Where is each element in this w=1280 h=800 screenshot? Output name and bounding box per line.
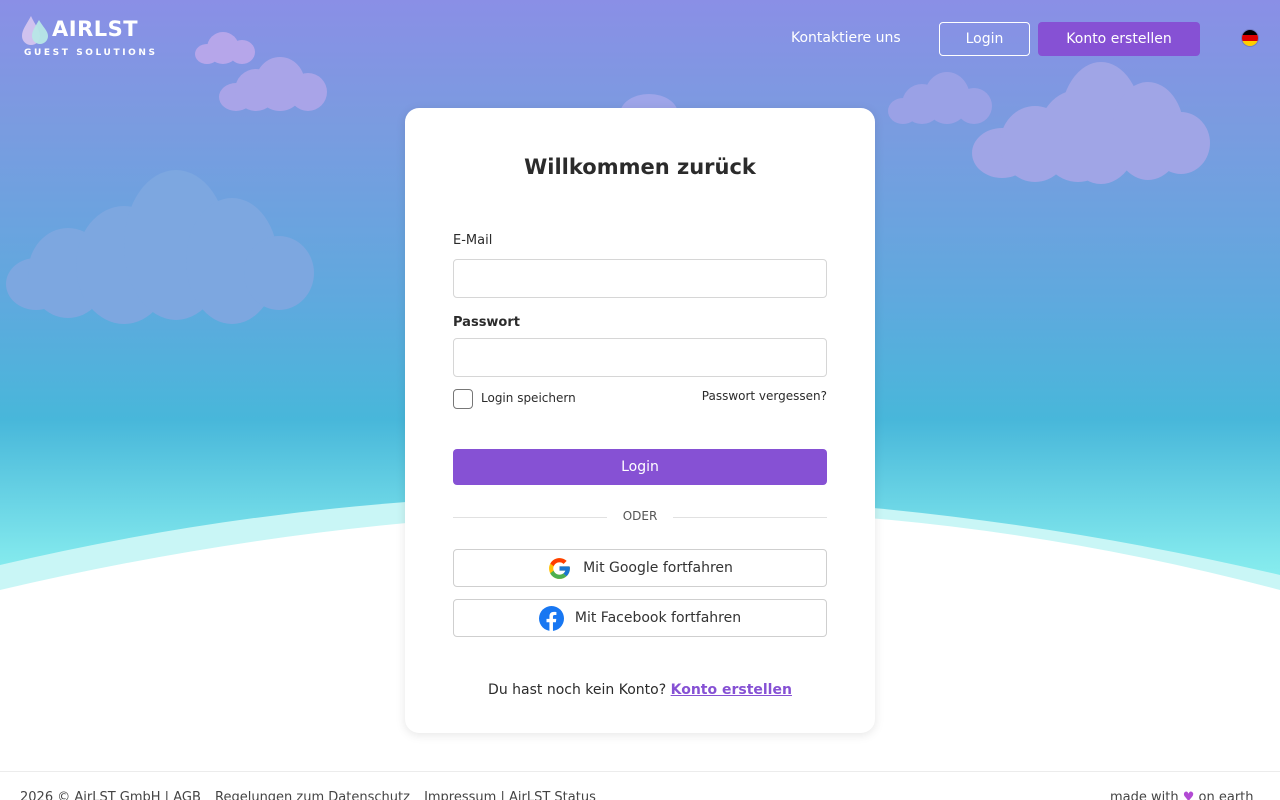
remember-label[interactable]: Login speichern xyxy=(481,391,576,405)
forgot-password-link[interactable]: Passwort vergessen? xyxy=(700,389,827,403)
signup-prompt-line: Du hast noch kein Konto? Konto erstellen xyxy=(405,682,875,698)
footer-divider xyxy=(0,771,1280,772)
password-input[interactable] xyxy=(453,338,827,377)
footer-separator: | xyxy=(500,790,505,800)
password-label: Passwort xyxy=(453,315,520,330)
signup-link[interactable]: Konto erstellen xyxy=(671,682,792,698)
facebook-login-button[interactable]: Mit Facebook fortfahren xyxy=(453,599,827,637)
page-title: Willkommen zurück xyxy=(524,155,756,179)
footer-links: 2026 © AirLST GmbH | AGB Regelungen zum … xyxy=(20,790,596,800)
remember-checkbox[interactable] xyxy=(453,389,473,409)
nav-login-button[interactable]: Login xyxy=(939,22,1030,56)
footer-separator: | xyxy=(164,790,170,800)
login-card xyxy=(405,108,875,733)
login-button[interactable]: Login xyxy=(453,449,827,485)
footer-made-with: made with ♥ on earth xyxy=(1110,790,1254,800)
footer-privacy-link[interactable]: Regelungen zum Datenschutz xyxy=(215,790,410,800)
divider-line xyxy=(453,517,607,518)
on-earth-text: on earth xyxy=(1198,790,1254,800)
logo-subtitle: GUEST SOLUTIONS xyxy=(24,48,158,58)
google-icon xyxy=(549,557,571,579)
divider-line xyxy=(673,517,827,518)
footer-agb-link[interactable]: AGB xyxy=(173,790,201,800)
nav-contact-link[interactable]: Kontaktiere uns xyxy=(791,30,901,46)
google-button-label: Mit Google fortfahren xyxy=(583,560,733,576)
signup-prompt: Du hast noch kein Konto? xyxy=(488,682,667,698)
logo-drop-icon xyxy=(22,16,48,45)
google-login-button[interactable]: Mit Google fortfahren xyxy=(453,549,827,587)
facebook-icon xyxy=(538,605,564,631)
divider-text: ODER xyxy=(622,509,658,523)
logo-text: AIRLST xyxy=(52,17,139,41)
made-with-text: made with xyxy=(1110,790,1179,800)
german-flag-icon[interactable] xyxy=(1241,29,1259,47)
email-label: E-Mail xyxy=(453,233,493,248)
facebook-button-label: Mit Facebook fortfahren xyxy=(574,610,742,626)
footer-imprint-link[interactable]: Impressum xyxy=(424,790,496,800)
logo[interactable]: AIRLST GUEST SOLUTIONS xyxy=(20,15,160,60)
footer-status-link[interactable]: AirLST Status xyxy=(509,790,596,800)
footer-copyright: 2026 © AirLST GmbH xyxy=(20,790,161,800)
email-input[interactable] xyxy=(453,259,827,298)
nav-signup-button[interactable]: Konto erstellen xyxy=(1038,22,1200,56)
heart-icon: ♥ xyxy=(1182,790,1195,800)
